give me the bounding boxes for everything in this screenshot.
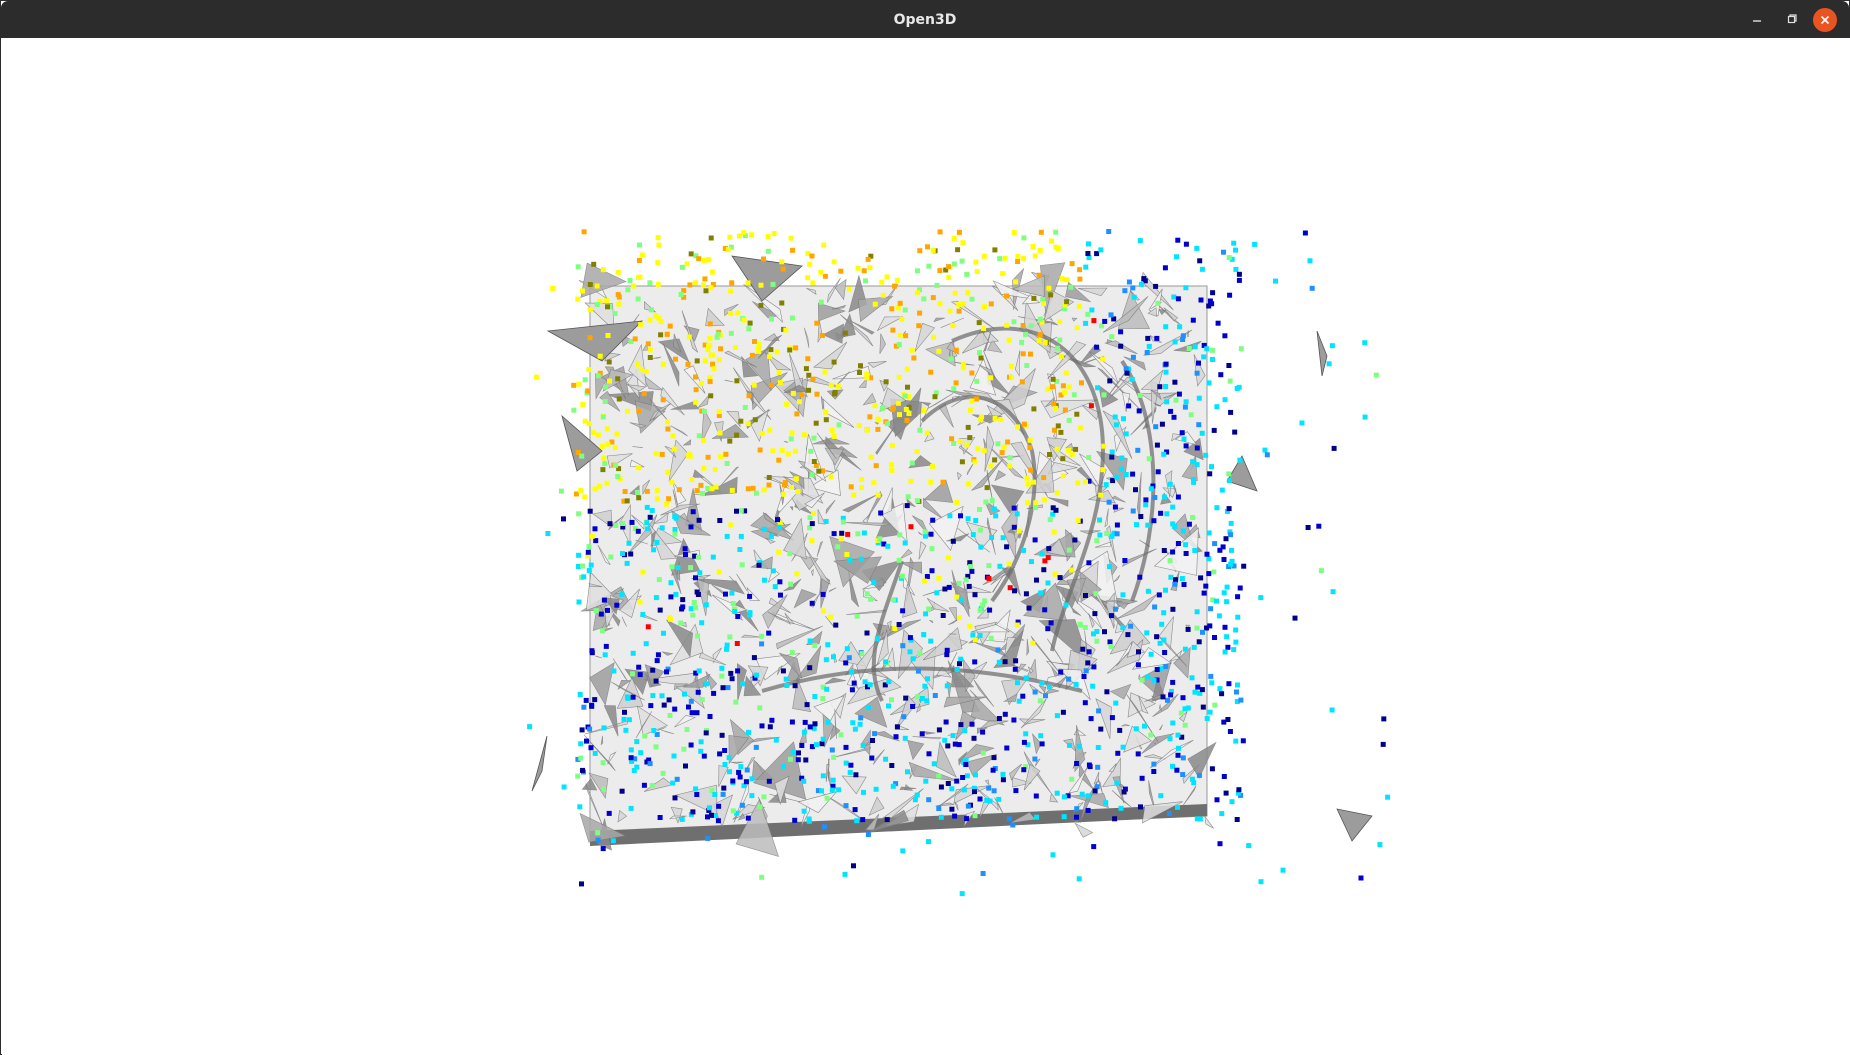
close-button[interactable] <box>1813 8 1837 32</box>
reconstructed-mesh <box>531 255 1373 857</box>
minimize-icon <box>1753 20 1761 22</box>
minimize-button[interactable] <box>1745 8 1769 32</box>
3d-viewport[interactable] <box>2 38 1850 1055</box>
point-cloud-mesh-render <box>527 229 1391 897</box>
window-controls <box>1745 8 1837 32</box>
title-bar[interactable]: Open3D <box>1 1 1849 38</box>
open3d-window: Open3D <box>0 0 1850 1055</box>
close-icon <box>1820 15 1830 25</box>
window-title: Open3D <box>893 12 957 28</box>
restore-button[interactable] <box>1779 8 1803 32</box>
restore-icon <box>1787 14 1797 24</box>
